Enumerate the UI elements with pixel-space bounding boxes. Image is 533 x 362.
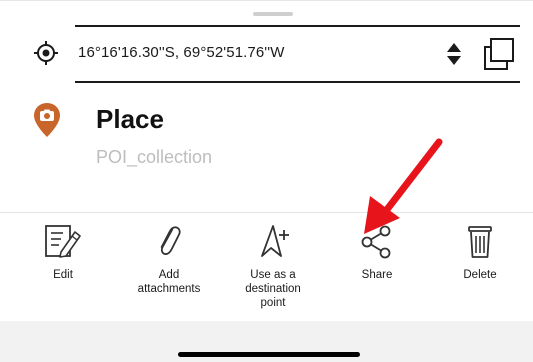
home-indicator[interactable] [178,352,360,357]
drag-handle[interactable] [253,12,293,16]
coordinates-text: 16°16'16.30''S, 69°52'51.76''W [78,44,285,61]
paperclip-icon [160,226,181,255]
annotation-arrow [364,138,443,234]
trash-icon [468,226,492,258]
use-as-destination-button[interactable]: Use as a destination point [227,222,319,310]
copy-icon[interactable] [482,37,516,71]
coordinates-top-border [75,25,520,27]
actions-divider [0,212,533,213]
share-label: Share [361,269,393,281]
edit-label: Edit [53,269,73,281]
place-title: Place [96,104,164,134]
sort-up-down-icon[interactable] [446,41,462,67]
delete-button[interactable]: Delete [444,222,516,282]
navigate-plus-icon [261,225,289,257]
delete-label: Delete [463,269,497,281]
use-as-destination-label: Use as a destination point [245,269,301,309]
place-collection: POI_collection [96,147,213,167]
sheet-top-edge [0,0,533,1]
add-attachments-button[interactable]: Add attachments [121,222,217,296]
crosshair-icon[interactable] [33,40,59,66]
poi-detail-sheet: 16°16'16.30''S, 69°52'51.76''W Place POI… [0,0,533,362]
camera-pin-icon [34,103,60,137]
coordinates-bottom-border [75,81,520,83]
add-attachments-label: Add attachments [137,269,201,295]
edit-icon [45,225,81,258]
edit-button[interactable]: Edit [23,222,103,282]
